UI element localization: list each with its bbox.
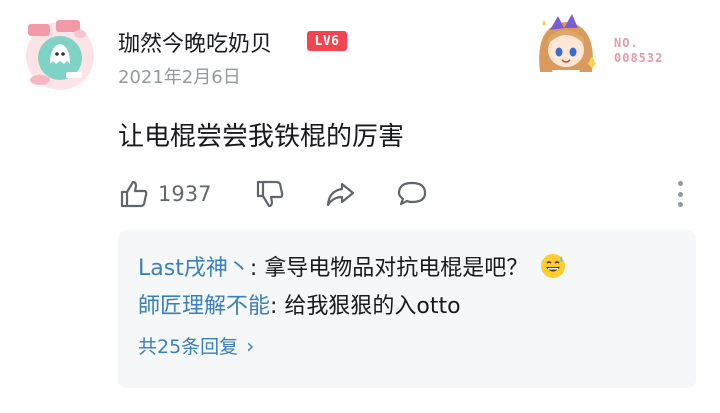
fan-badge-image — [528, 10, 604, 86]
like-button[interactable]: 1937 — [118, 177, 211, 211]
like-count: 1937 — [158, 182, 212, 206]
fan-number-prefix: NO. — [614, 36, 639, 50]
dislike-button[interactable] — [254, 177, 286, 211]
username[interactable]: 珈然今晚吃奶贝 — [118, 26, 272, 58]
reply-item[interactable]: 師匠理解不能: 给我狠狠的入otto — [138, 288, 676, 326]
comment-icon — [397, 181, 427, 206]
comment-content: 让电棍尝尝我铁棍的厉害 — [118, 122, 405, 152]
chevron-right-icon: › — [246, 333, 255, 358]
avatar-image — [26, 20, 94, 90]
reply-item[interactable]: Last戌神丶: 拿导电物品对抗电棍是吧？ — [138, 250, 676, 288]
fan-number: NO. 008532 — [614, 36, 663, 66]
avatar[interactable] — [20, 14, 100, 94]
reply-preview-box[interactable]: Last戌神丶: 拿导电物品对抗电棍是吧？ 師匠理解不能: 给我狠狠的入otto… — [118, 230, 696, 388]
more-vertical-icon[interactable] — [676, 181, 684, 207]
reply-button[interactable] — [396, 177, 428, 211]
more-replies-label: 共25条回复 — [138, 336, 239, 358]
reply-separator: : — [249, 256, 265, 281]
level-badge: LV6 — [307, 31, 347, 51]
reply-author[interactable]: Last戌神丶 — [138, 256, 250, 281]
view-all-replies-link[interactable]: 共25条回复 › — [138, 332, 676, 359]
reply-author[interactable]: 師匠理解不能 — [138, 294, 270, 319]
reply-text: 拿导电物品对抗电棍是吧？ — [264, 256, 529, 281]
fan-number-value: 008532 — [614, 51, 664, 65]
thumbs-up-icon — [120, 180, 148, 208]
share-icon — [326, 182, 355, 207]
share-button[interactable] — [324, 177, 356, 211]
thumbs-down-icon — [256, 180, 284, 208]
comment-actions: 1937 — [118, 177, 688, 211]
reply-separator: : — [270, 294, 285, 319]
reply-text: 给我狠狠的入otto — [284, 294, 461, 319]
comment-date: 2021年2月6日 — [118, 67, 241, 88]
sweat-smile-emoji — [541, 254, 566, 278]
